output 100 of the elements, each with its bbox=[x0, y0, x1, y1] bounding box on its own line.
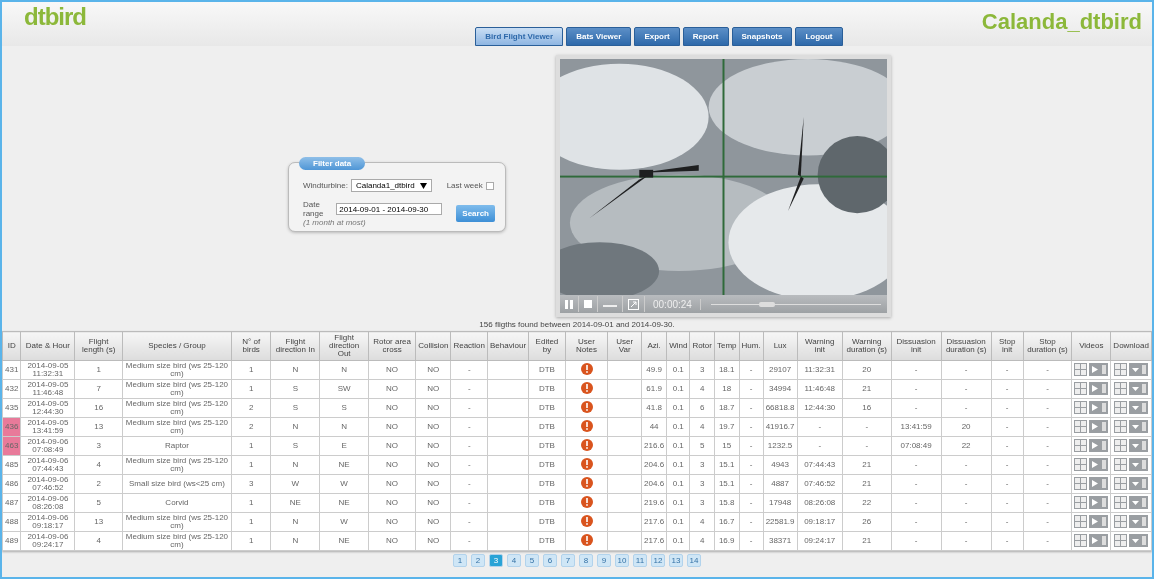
download-links-icon[interactable] bbox=[1114, 400, 1149, 414]
page-button[interactable]: 12 bbox=[651, 554, 665, 567]
page-button[interactable]: 14 bbox=[687, 554, 701, 567]
nav-tab[interactable]: Report bbox=[682, 27, 729, 46]
nav-tab[interactable]: Bird Flight Viewer bbox=[475, 27, 564, 46]
table-cell: 18.7 bbox=[714, 398, 739, 418]
table-cell: - bbox=[450, 398, 488, 418]
notes-icon[interactable] bbox=[580, 363, 593, 375]
video-links-icon[interactable] bbox=[1074, 533, 1109, 547]
pause-icon bbox=[565, 299, 573, 309]
notes-icon[interactable] bbox=[580, 515, 593, 527]
field-label: Date range bbox=[303, 200, 325, 218]
table-cell: 66818.8 bbox=[763, 398, 798, 418]
download-links-icon[interactable] bbox=[1114, 533, 1149, 547]
table-cell: - bbox=[1023, 398, 1072, 418]
page-button[interactable]: 5 bbox=[525, 554, 539, 567]
table-cell: - bbox=[739, 398, 764, 418]
table-cell: 217.6 bbox=[641, 531, 667, 551]
video-links-icon[interactable] bbox=[1074, 381, 1109, 395]
table-cell: 5 bbox=[74, 493, 123, 513]
table-cell: 3 bbox=[689, 360, 715, 380]
table-cell: - bbox=[1023, 436, 1072, 456]
table-cell: - bbox=[991, 512, 1024, 532]
notes-icon[interactable] bbox=[580, 420, 593, 432]
page-button[interactable]: 6 bbox=[543, 554, 557, 567]
field-hint: (1 month at most) bbox=[303, 218, 366, 227]
video-links-icon[interactable] bbox=[1074, 457, 1109, 471]
table-cell: - bbox=[991, 531, 1024, 551]
video-links-icon[interactable] bbox=[1074, 476, 1109, 490]
column-header: Rotor bbox=[689, 331, 715, 361]
windturbine-dropdown[interactable]: Calanda1_dtbird bbox=[350, 179, 432, 192]
field-label: Last week bbox=[446, 181, 483, 190]
table-cell: Medium size bird (ws 25-120 cm) bbox=[122, 455, 232, 475]
video-links-icon[interactable] bbox=[1074, 419, 1109, 433]
table-cell: - bbox=[991, 455, 1024, 475]
video-links-icon[interactable] bbox=[1074, 438, 1109, 452]
download-links-icon[interactable] bbox=[1114, 514, 1149, 528]
page-button[interactable]: 10 bbox=[615, 554, 629, 567]
table-cell: - bbox=[739, 455, 764, 475]
nav-tab[interactable]: Snapshots bbox=[731, 27, 793, 46]
column-header: Reaction bbox=[450, 331, 488, 361]
table-cell: 4887 bbox=[763, 474, 798, 494]
video-links-icon[interactable] bbox=[1074, 495, 1109, 509]
video-links-icon[interactable] bbox=[1074, 400, 1109, 414]
last-week-checkbox[interactable] bbox=[485, 181, 494, 190]
notes-icon[interactable] bbox=[580, 534, 593, 546]
page-button[interactable]: 8 bbox=[579, 554, 593, 567]
download-links-icon[interactable] bbox=[1114, 476, 1149, 490]
table-cell: - bbox=[450, 531, 488, 551]
nav-tab[interactable]: Logout bbox=[795, 27, 843, 46]
slider-thumb[interactable] bbox=[759, 301, 776, 307]
video-links-icon[interactable] bbox=[1074, 362, 1109, 376]
notes-icon[interactable] bbox=[580, 439, 593, 451]
page-button[interactable]: 9 bbox=[597, 554, 611, 567]
column-header: Warning init bbox=[797, 331, 843, 361]
page-button[interactable]: 7 bbox=[561, 554, 575, 567]
table-cell: NE bbox=[271, 493, 320, 513]
table-cell: W bbox=[319, 512, 369, 532]
page-button[interactable]: 3 bbox=[489, 554, 503, 567]
table-cell: 0.1 bbox=[666, 512, 690, 532]
column-header: Date & Hour bbox=[20, 331, 75, 361]
nav-tab[interactable]: Bats Viewer bbox=[566, 27, 632, 46]
table-cell: Raptor bbox=[122, 436, 232, 456]
download-links-icon[interactable] bbox=[1114, 362, 1149, 376]
download-links-icon[interactable] bbox=[1114, 381, 1149, 395]
download-links-icon[interactable] bbox=[1114, 438, 1149, 452]
notes-icon[interactable] bbox=[580, 458, 593, 470]
search-button[interactable]: Search bbox=[456, 205, 495, 222]
page-button[interactable]: 13 bbox=[669, 554, 683, 567]
column-header: Flight length (s) bbox=[74, 331, 123, 361]
download-links-icon[interactable] bbox=[1114, 495, 1149, 509]
notes-icon[interactable] bbox=[580, 496, 593, 508]
table-cell: S bbox=[271, 379, 320, 399]
notes-icon[interactable] bbox=[580, 382, 593, 394]
column-header: Lux bbox=[763, 331, 798, 361]
table-cell: NO bbox=[415, 398, 451, 418]
page-button[interactable]: 1 bbox=[453, 554, 467, 567]
table-cell: 15 bbox=[714, 436, 739, 456]
notes-icon[interactable] bbox=[580, 401, 593, 413]
date-range-field[interactable]: 2014-09-01 - 2014-09-30 bbox=[336, 203, 443, 215]
download-links-icon[interactable] bbox=[1114, 457, 1149, 471]
page-button[interactable]: 4 bbox=[507, 554, 521, 567]
table-cell: - bbox=[1023, 360, 1072, 380]
column-header: Dissuasion init bbox=[891, 331, 942, 361]
download-links-icon[interactable] bbox=[1114, 419, 1149, 433]
notes-icon[interactable] bbox=[580, 477, 593, 489]
page-button[interactable]: 2 bbox=[471, 554, 485, 567]
table-cell: N bbox=[319, 360, 369, 380]
table-cell: 22 bbox=[941, 436, 992, 456]
table-cell: DTB bbox=[528, 455, 566, 475]
table-cell: 436 bbox=[2, 417, 21, 437]
table-cell: 19.7 bbox=[714, 417, 739, 437]
video-links-icon[interactable] bbox=[1074, 514, 1109, 528]
table-cell: S bbox=[319, 398, 369, 418]
table-cell: - bbox=[739, 379, 764, 399]
nav-tab[interactable]: Export bbox=[634, 27, 680, 46]
page-button[interactable]: 11 bbox=[633, 554, 647, 567]
table-cell: NO bbox=[368, 531, 416, 551]
table-cell: DTB bbox=[528, 360, 566, 380]
table-cell: 3 bbox=[74, 436, 123, 456]
